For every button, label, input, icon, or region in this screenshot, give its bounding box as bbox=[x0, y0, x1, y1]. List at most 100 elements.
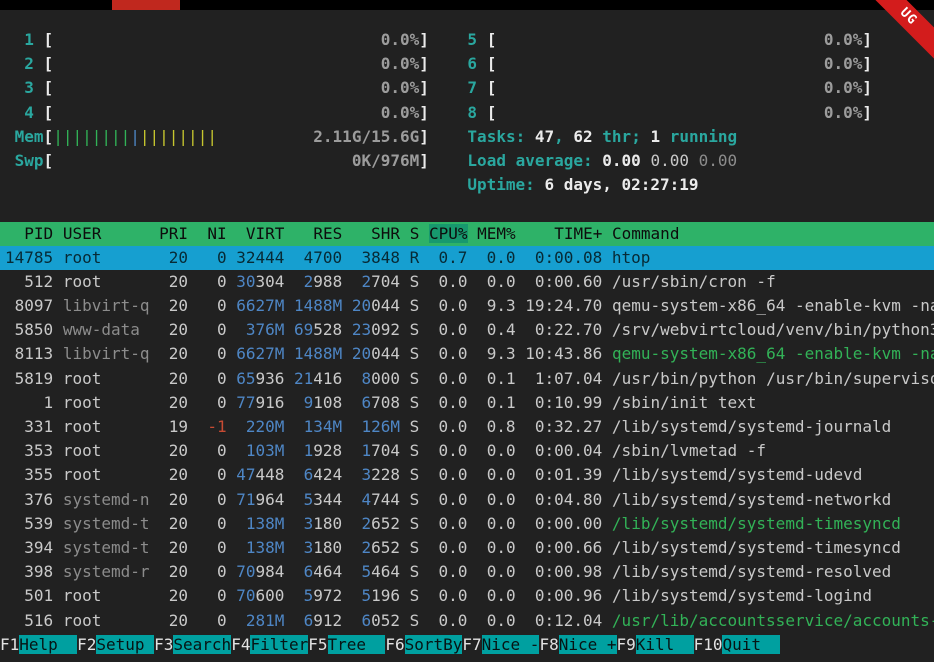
fn-label-help[interactable]: Help bbox=[19, 635, 77, 654]
cell-ni: -1 bbox=[207, 417, 226, 436]
cell-user: libvirt-q bbox=[63, 296, 150, 315]
cpu3-label: 3 bbox=[24, 78, 34, 97]
fn-label-tree[interactable]: Tree bbox=[328, 635, 386, 654]
cell-command: /lib/systemd/systemd-logind bbox=[612, 586, 872, 605]
process-row-1[interactable]: 1 root 20 0 77916 9108 6708 S 0.0 0.1 0:… bbox=[0, 391, 934, 415]
cell-command: /sbin/init text bbox=[612, 393, 757, 412]
fn-label-quit[interactable]: Quit bbox=[722, 635, 780, 654]
cell-command: qemu-system-x86_64 -enable-kvm -na bbox=[612, 344, 934, 363]
cpu4-label: 4 bbox=[24, 103, 34, 122]
cell-pid: 376 bbox=[5, 490, 53, 509]
cell-command: /lib/systemd/systemd-timesyncd bbox=[612, 514, 901, 533]
cell-pid: 8113 bbox=[5, 344, 53, 363]
fn-label-nice-[interactable]: Nice - bbox=[482, 635, 540, 654]
cell-user: root bbox=[63, 248, 150, 267]
column-header-pid[interactable]: PID bbox=[5, 224, 53, 243]
process-row-376[interactable]: 376 systemd-n 20 0 71964 5344 4744 S 0.0… bbox=[0, 488, 934, 512]
column-header-virt[interactable]: VIRT bbox=[236, 224, 284, 243]
process-row-8097[interactable]: 8097 libvirt-q 20 0 6627M 1488M 20044 S … bbox=[0, 294, 934, 318]
cell-pid: 8097 bbox=[5, 296, 53, 315]
process-row-398[interactable]: 398 systemd-r 20 0 70984 6464 5464 S 0.0… bbox=[0, 560, 934, 584]
fn-key-f3: F3 bbox=[154, 635, 173, 654]
cpu4-value: 0.0% bbox=[381, 103, 420, 122]
fn-label-sortby[interactable]: SortBy bbox=[405, 635, 463, 654]
cell-command: /srv/webvirtcloud/venv/bin/python3 bbox=[612, 320, 934, 339]
fn-label-search[interactable]: Search bbox=[173, 635, 231, 654]
load-average: Load average: 0.00 0.00 0.00 bbox=[467, 151, 737, 170]
fn-label-setup[interactable]: Setup bbox=[96, 635, 154, 654]
column-header-pri[interactable]: PRI bbox=[159, 224, 188, 243]
column-header-cmd[interactable]: Command bbox=[612, 224, 679, 243]
process-row-501[interactable]: 501 root 20 0 70600 5972 5196 S 0.0 0.0 … bbox=[0, 584, 934, 608]
fn-key-f5: F5 bbox=[308, 635, 327, 654]
cell-command: /usr/sbin/cron -f bbox=[612, 272, 776, 291]
cell-user: root bbox=[63, 611, 150, 630]
table-header: PID USER PRI NI VIRT RES SHR S CPU% MEM%… bbox=[0, 222, 934, 246]
column-header-ni[interactable]: NI bbox=[198, 224, 227, 243]
column-header-s[interactable]: S bbox=[410, 224, 420, 243]
htop-terminal: 1 [ 0.0%] 5 [ 0.0%] 2 [ 0.0%] 6 [ 0.0%] … bbox=[0, 10, 934, 657]
column-header-time[interactable]: TIME+ bbox=[525, 224, 602, 243]
fn-key-f1: F1 bbox=[0, 635, 19, 654]
process-row-14785[interactable]: 14785 root 20 0 32444 4700 3848 R 0.7 0.… bbox=[0, 246, 934, 270]
swap-value: 0K/976M bbox=[352, 151, 419, 170]
cell-user: root bbox=[63, 586, 150, 605]
cell-command: htop bbox=[612, 248, 651, 267]
cell-pid: 539 bbox=[5, 514, 53, 533]
cpu8-label: 8 bbox=[467, 103, 477, 122]
cell-pid: 353 bbox=[5, 441, 53, 460]
cell-pid: 355 bbox=[5, 465, 53, 484]
process-row-353[interactable]: 353 root 20 0 103M 1928 1704 S 0.0 0.0 0… bbox=[0, 439, 934, 463]
fn-label-filter[interactable]: Filter bbox=[250, 635, 308, 654]
cell-user: systemd-r bbox=[63, 562, 150, 581]
process-row-8113[interactable]: 8113 libvirt-q 20 0 6627M 1488M 20044 S … bbox=[0, 342, 934, 366]
cpu-meter-row-2: 2 [ 0.0%] 6 [ 0.0%] bbox=[0, 52, 934, 76]
cell-command: /lib/systemd/systemd-timesyncd bbox=[612, 538, 901, 557]
cpu8-value: 0.0% bbox=[824, 103, 863, 122]
fn-key-f9: F9 bbox=[617, 635, 636, 654]
fn-key-f4: F4 bbox=[231, 635, 250, 654]
fn-key-f2: F2 bbox=[77, 635, 96, 654]
cpu-meter-row-3: 3 [ 0.0%] 7 [ 0.0%] bbox=[0, 76, 934, 100]
uptime-row: Uptime: 6 days, 02:27:19 bbox=[0, 173, 934, 197]
cpu1-label: 1 bbox=[24, 30, 34, 49]
column-header-mem[interactable]: MEM% bbox=[477, 224, 516, 243]
cpu1-value: 0.0% bbox=[381, 30, 420, 49]
column-header-shr[interactable]: SHR bbox=[352, 224, 400, 243]
cell-command: /usr/lib/accountsservice/accounts- bbox=[612, 611, 934, 630]
cpu5-value: 0.0% bbox=[824, 30, 863, 49]
cell-pid: 394 bbox=[5, 538, 53, 557]
process-row-331[interactable]: 331 root 19 -1 220M 134M 126M S 0.0 0.8 … bbox=[0, 415, 934, 439]
cell-user: root bbox=[63, 272, 150, 291]
process-row-5819[interactable]: 5819 root 20 0 65936 21416 8000 S 0.0 0.… bbox=[0, 367, 934, 391]
cell-user: systemd-n bbox=[63, 490, 150, 509]
cpu2-value: 0.0% bbox=[381, 54, 420, 73]
cell-command: /lib/systemd/systemd-networkd bbox=[612, 490, 891, 509]
process-row-355[interactable]: 355 root 20 0 47448 6424 3228 S 0.0 0.0 … bbox=[0, 463, 934, 487]
fn-label-nice-[interactable]: Nice + bbox=[559, 635, 617, 654]
spacer bbox=[0, 197, 934, 221]
process-row-516[interactable]: 516 root 20 0 281M 6912 6052 S 0.0 0.0 0… bbox=[0, 609, 934, 633]
cell-pid: 398 bbox=[5, 562, 53, 581]
fn-key-f8: F8 bbox=[539, 635, 558, 654]
fn-key-f10: F10 bbox=[694, 635, 723, 654]
column-header-cpu[interactable]: CPU% bbox=[429, 224, 468, 243]
cpu-meter-row-1: 1 [ 0.0%] 5 [ 0.0%] bbox=[0, 28, 934, 52]
mem-label: Mem bbox=[15, 127, 44, 146]
column-header-user[interactable]: USER bbox=[63, 224, 150, 243]
swap-meter-row: Swp[ 0K/976M] Load average: 0.00 0.00 0.… bbox=[0, 149, 934, 173]
process-row-539[interactable]: 539 systemd-t 20 0 138M 3180 2652 S 0.0 … bbox=[0, 512, 934, 536]
cell-pid: 331 bbox=[5, 417, 53, 436]
column-header-res[interactable]: RES bbox=[294, 224, 342, 243]
process-row-5850[interactable]: 5850 www-data 20 0 376M 69528 23092 S 0.… bbox=[0, 318, 934, 342]
process-row-512[interactable]: 512 root 20 0 30304 2988 2704 S 0.0 0.0 … bbox=[0, 270, 934, 294]
fn-label-kill[interactable]: Kill bbox=[636, 635, 694, 654]
cell-pid: 516 bbox=[5, 611, 53, 630]
cell-command: /lib/systemd/systemd-resolved bbox=[612, 562, 891, 581]
cell-pid: 5819 bbox=[5, 369, 53, 388]
cell-user: root bbox=[63, 465, 150, 484]
process-row-394[interactable]: 394 systemd-t 20 0 138M 3180 2652 S 0.0 … bbox=[0, 536, 934, 560]
cell-command: /usr/bin/python /usr/bin/superviso bbox=[612, 369, 934, 388]
cpu5-label: 5 bbox=[467, 30, 477, 49]
cell-pid: 5850 bbox=[5, 320, 53, 339]
